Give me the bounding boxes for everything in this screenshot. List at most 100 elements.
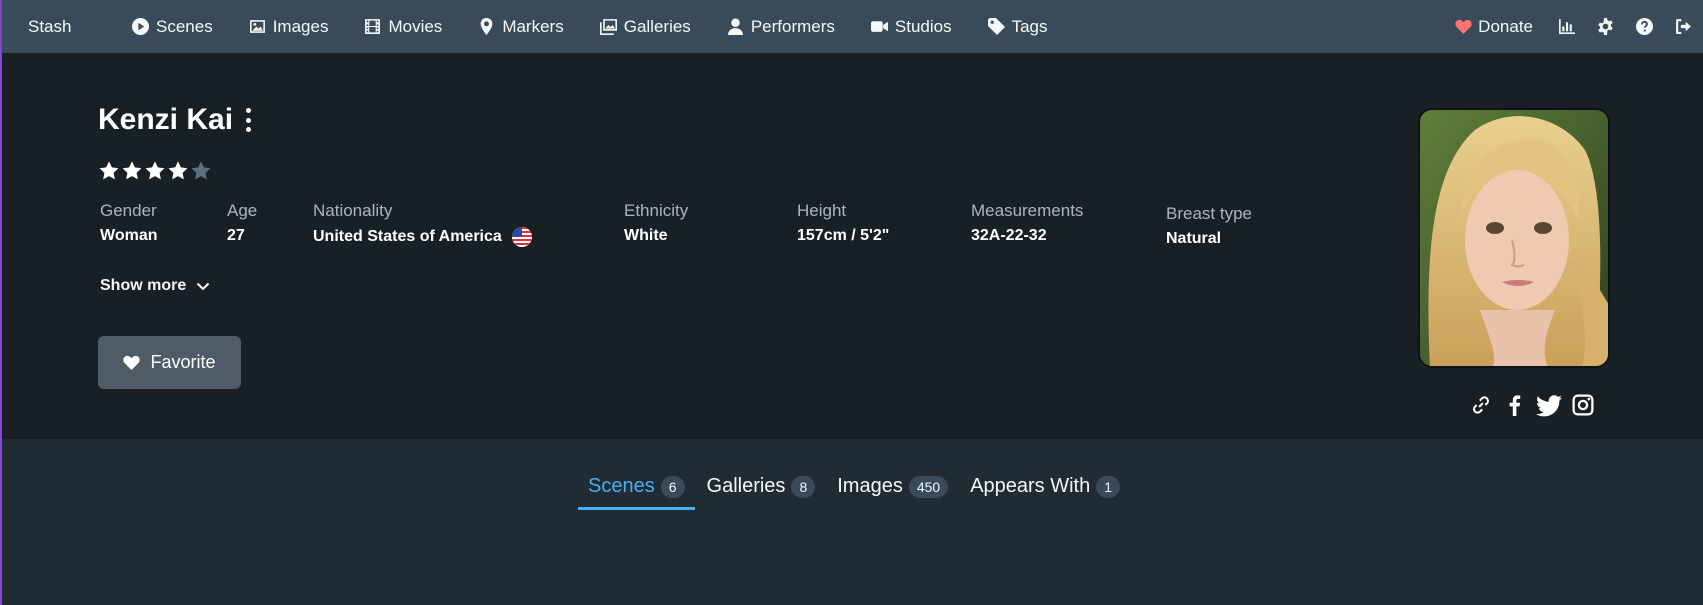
url-link[interactable] <box>1464 388 1498 422</box>
user-icon <box>727 18 743 35</box>
gear-icon <box>1598 18 1613 35</box>
star-empty-icon[interactable] <box>190 160 212 182</box>
detail-value: 27 <box>227 227 245 244</box>
detail-age: Age 27 <box>227 201 257 245</box>
detail-label: Measurements <box>971 201 1084 220</box>
nav-item-performers[interactable]: Performers <box>709 0 853 53</box>
detail-value: Natural <box>1166 230 1222 247</box>
detail-label: Age <box>227 201 258 220</box>
nav-right: Donate <box>1441 0 1703 53</box>
nav-item-label: Galleries <box>623 16 691 36</box>
images-icon <box>599 19 617 35</box>
map-marker-icon <box>480 18 493 35</box>
heart-icon <box>123 355 141 370</box>
logout-icon <box>1676 19 1691 34</box>
tab-count-badge: 450 <box>908 476 949 498</box>
nav-item-studios[interactable]: Studios <box>853 0 970 53</box>
tab-label: Galleries <box>706 474 786 497</box>
performer-name: Kenzi Kai <box>98 103 234 136</box>
help-button[interactable] <box>1625 0 1664 53</box>
help-icon <box>1636 18 1653 35</box>
twitter-icon <box>1536 395 1562 417</box>
donate-button[interactable]: Donate <box>1441 17 1547 37</box>
performer-image[interactable] <box>1418 108 1610 368</box>
chart-icon <box>1559 19 1575 34</box>
detail-nationality: Nationality United States of America <box>313 201 532 247</box>
show-more-toggle[interactable]: Show more <box>100 277 210 295</box>
tab-images[interactable]: Images 450 <box>827 470 958 510</box>
more-options-icon[interactable] <box>243 105 253 135</box>
brand-link[interactable]: Stash <box>28 17 71 37</box>
nav-item-images[interactable]: Images <box>231 0 347 53</box>
nav-item-scenes[interactable]: Scenes <box>114 0 231 53</box>
video-icon <box>870 21 888 32</box>
film-icon <box>365 19 381 34</box>
detail-value: 157cm / 5'2" <box>797 227 890 244</box>
image-icon <box>249 20 265 33</box>
play-circle-icon <box>132 18 149 35</box>
nav-item-galleries[interactable]: Galleries <box>582 0 709 53</box>
us-flag-icon <box>511 227 532 247</box>
donate-label: Donate <box>1478 16 1533 36</box>
star-filled-icon[interactable] <box>167 160 189 182</box>
detail-measurements: Measurements 32A-22-32 <box>971 201 1083 245</box>
nav-item-label: Tags <box>1011 16 1048 36</box>
instagram-link[interactable] <box>1566 388 1600 422</box>
detail-value: 32A-22-32 <box>971 227 1047 244</box>
detail-label: Height <box>797 201 847 220</box>
detail-value: White <box>624 227 668 244</box>
performer-header: Kenzi Kai Gender Woman Age 27 Nationalit… <box>2 53 1703 439</box>
tag-icon <box>987 18 1005 35</box>
detail-ethnicity: Ethnicity White <box>624 201 688 245</box>
nav-item-label: Performers <box>750 16 835 36</box>
rating-stars <box>98 160 213 182</box>
tab-count-badge: 6 <box>660 476 685 498</box>
settings-button[interactable] <box>1586 0 1625 53</box>
detail-label: Gender <box>100 201 157 220</box>
chevron-down-icon <box>197 282 210 291</box>
detail-breast-type: Breast type Natural <box>1166 204 1252 248</box>
instagram-icon <box>1572 394 1594 416</box>
nav-item-label: Studios <box>894 16 952 36</box>
link-icon <box>1473 396 1489 414</box>
nav-item-movies[interactable]: Movies <box>346 0 460 53</box>
show-more-label: Show more <box>100 277 187 294</box>
name-row: Kenzi Kai <box>98 103 253 137</box>
facebook-icon <box>1509 395 1521 416</box>
nav-item-label: Scenes <box>156 16 213 36</box>
tab-count-badge: 1 <box>1096 476 1121 498</box>
favorite-label: Favorite <box>150 352 216 372</box>
nav-item-label: Images <box>272 16 329 36</box>
tab-appears-with[interactable]: Appears With 1 <box>960 470 1130 510</box>
detail-label: Ethnicity <box>624 201 689 220</box>
star-filled-icon[interactable] <box>121 160 143 182</box>
top-navbar: Stash Scenes Images Movies Markers Galle… <box>2 0 1703 53</box>
star-filled-icon[interactable] <box>144 160 166 182</box>
nav-item-label: Movies <box>388 16 443 36</box>
stats-button[interactable] <box>1547 0 1586 53</box>
detail-label: Nationality <box>313 201 393 220</box>
detail-gender: Gender Woman <box>100 201 157 245</box>
tab-galleries[interactable]: Galleries 8 <box>697 470 826 510</box>
detail-height: Height 157cm / 5'2" <box>797 201 889 245</box>
nav-item-tags[interactable]: Tags <box>970 0 1066 53</box>
nav-item-markers[interactable]: Markers <box>460 0 581 53</box>
nationality-value: United States of America <box>313 228 502 245</box>
nav-item-label: Markers <box>502 16 564 36</box>
tab-label: Appears With <box>970 474 1091 497</box>
facebook-link[interactable] <box>1498 388 1532 422</box>
twitter-link[interactable] <box>1532 388 1566 422</box>
detail-label: Breast type <box>1166 204 1252 223</box>
detail-value: United States of America <box>313 227 532 247</box>
favorite-button[interactable]: Favorite <box>98 336 241 389</box>
tab-scenes[interactable]: Scenes 6 <box>578 470 695 510</box>
nav-items: Scenes Images Movies Markers Galleries P… <box>114 0 1066 53</box>
heart-icon <box>1455 19 1472 34</box>
star-filled-icon[interactable] <box>98 160 120 182</box>
tab-label: Images <box>837 474 903 497</box>
social-links <box>1464 388 1600 422</box>
tab-label: Scenes <box>588 474 655 497</box>
tab-count-badge: 8 <box>791 476 816 498</box>
logout-button[interactable] <box>1664 0 1703 53</box>
performer-tabs: Scenes 6 Galleries 8 Images 450 Appears … <box>578 470 1132 510</box>
